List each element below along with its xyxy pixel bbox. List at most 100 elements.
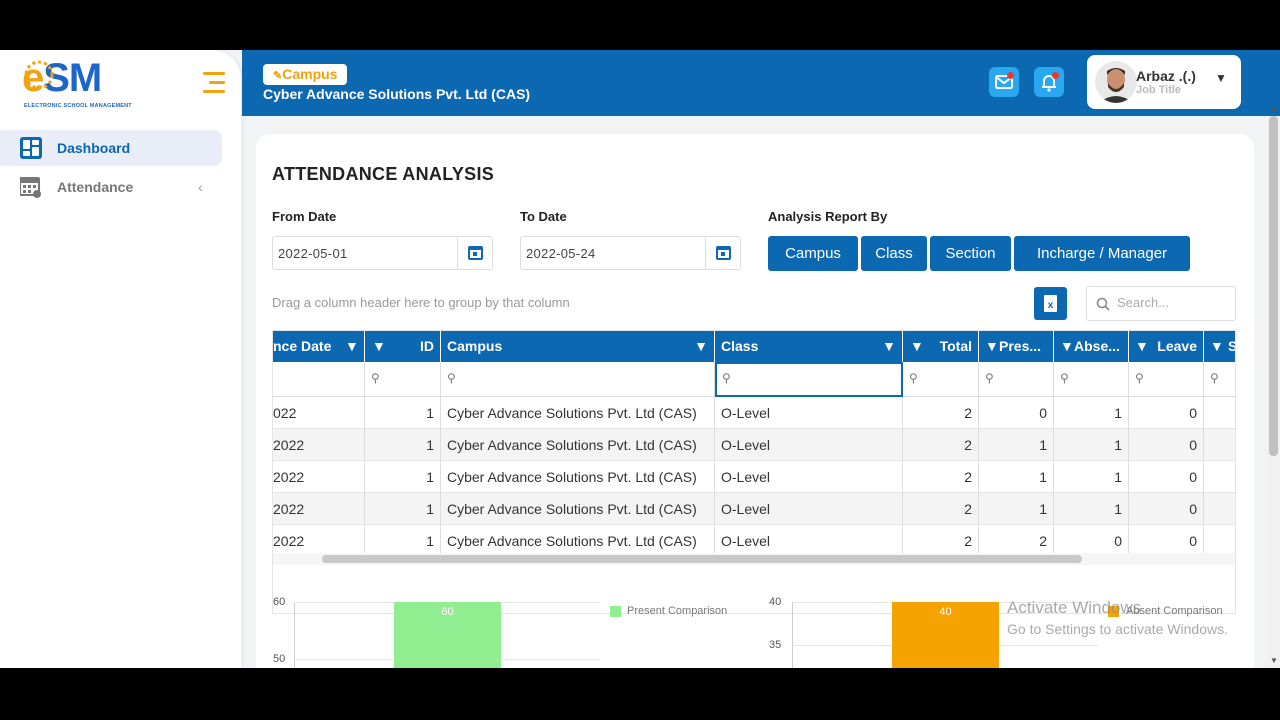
search-icon: ⚲ bbox=[909, 371, 918, 385]
report-incharge-button[interactable]: Incharge / Manager bbox=[1014, 236, 1190, 271]
column-header-id[interactable]: ▼ ID bbox=[365, 331, 441, 362]
filter-cell-class[interactable]: ⚲ bbox=[715, 362, 903, 397]
cell-campus: Cyber Advance Solutions Pvt. Ltd (CAS) bbox=[441, 429, 715, 461]
sidebar-item-attendance[interactable]: Attendance ‹ bbox=[0, 169, 222, 205]
filter-icon[interactable]: ▼ bbox=[345, 331, 359, 362]
notifications-button[interactable] bbox=[1034, 67, 1064, 97]
search-input[interactable] bbox=[1117, 295, 1227, 310]
filter-cell[interactable]: ⚲ bbox=[1054, 362, 1129, 397]
filter-cell[interactable]: ⚲ bbox=[1129, 362, 1204, 397]
cell-present: 1 bbox=[979, 429, 1054, 461]
table-row[interactable]: 2022 1 Cyber Advance Solutions Pvt. Ltd (C… bbox=[273, 429, 1235, 461]
logo-gear-icon bbox=[24, 60, 54, 90]
svg-text:x: x bbox=[1048, 300, 1054, 311]
report-class-button[interactable]: Class bbox=[861, 236, 927, 271]
page-title: ATTENDANCE ANALYSIS bbox=[272, 164, 495, 184]
from-date-value: 2022-05-01 bbox=[278, 246, 348, 261]
filter-icon[interactable]: ▼ bbox=[882, 331, 896, 362]
to-date-picker-button[interactable] bbox=[705, 237, 740, 269]
sidebar-item-dashboard[interactable]: Dashboard bbox=[0, 130, 222, 166]
y-axis-line bbox=[792, 602, 793, 668]
app-screen: eSM ELECTRONIC SCHOOL MANAGEMENT Dashboa… bbox=[0, 50, 1280, 668]
filter-cell[interactable] bbox=[273, 362, 365, 397]
filter-icon[interactable]: ▼ bbox=[985, 331, 999, 362]
from-date-picker-button[interactable] bbox=[457, 237, 492, 269]
column-header-campus[interactable]: Campus ▼ bbox=[441, 331, 715, 362]
grid-search[interactable] bbox=[1086, 286, 1236, 321]
edit-icon: ✎ bbox=[273, 70, 283, 82]
cell-campus: Cyber Advance Solutions Pvt. Ltd (CAS) bbox=[441, 397, 715, 429]
filter-cell[interactable]: ⚲ bbox=[979, 362, 1054, 397]
y-tick-label: 40 bbox=[769, 596, 782, 608]
column-header-total[interactable]: ▼ Total bbox=[903, 331, 979, 362]
excel-icon: x bbox=[1044, 295, 1057, 312]
user-menu[interactable]: Arbaz .(.) Job Title ▼ bbox=[1087, 55, 1241, 109]
cell-leave: 0 bbox=[1129, 493, 1204, 525]
filter-cell[interactable]: ⚲ bbox=[441, 362, 715, 397]
cell-absent: 1 bbox=[1054, 461, 1129, 493]
filter-icon[interactable]: ▼ bbox=[694, 331, 708, 362]
from-date-field[interactable]: 2022-05-01 bbox=[272, 236, 493, 270]
filter-cell[interactable]: ⚲ bbox=[903, 362, 979, 397]
user-name: Arbaz .(.) bbox=[1136, 68, 1196, 84]
page-scrollbar[interactable]: ▲ ▼ bbox=[1267, 104, 1280, 668]
filter-icon[interactable]: ▼ bbox=[1135, 331, 1149, 362]
menu-toggle-icon[interactable] bbox=[199, 70, 225, 98]
cell-class: O-Level bbox=[715, 429, 903, 461]
content-card: ATTENDANCE ANALYSIS From Date 2022-05-01… bbox=[256, 134, 1254, 668]
table-row[interactable]: 2022 1 Cyber Advance Solutions Pvt. Ltd (C… bbox=[273, 493, 1235, 525]
windows-activation-title: Activate Windows bbox=[1007, 598, 1142, 617]
campus-badge[interactable]: ✎Campus bbox=[263, 64, 348, 85]
cell-total: 2 bbox=[903, 493, 979, 525]
filter-icon[interactable]: ▼ bbox=[1210, 331, 1224, 362]
cell-attendance-date: 022 bbox=[273, 397, 365, 429]
dashboard-grid-icon bbox=[20, 137, 42, 159]
unread-dot bbox=[1052, 72, 1059, 79]
filter-cell[interactable]: ⚲ bbox=[365, 362, 441, 397]
cell-s bbox=[1204, 397, 1235, 429]
filter-icon[interactable]: ▼ bbox=[910, 331, 924, 362]
attendance-grid: nce Date ▼ ▼ ID Campus ▼ Class ▼ ▼ Total… bbox=[272, 330, 1236, 614]
column-header-absent[interactable]: ▼ Abse... bbox=[1054, 331, 1129, 362]
cell-s bbox=[1204, 429, 1235, 461]
cell-leave: 0 bbox=[1129, 461, 1204, 493]
column-header-s[interactable]: ▼ S bbox=[1204, 331, 1235, 362]
column-header-class[interactable]: Class ▼ bbox=[715, 331, 903, 362]
cell-s bbox=[1204, 461, 1235, 493]
scroll-down-icon[interactable]: ▼ bbox=[1270, 656, 1278, 665]
scrollbar-thumb[interactable] bbox=[322, 555, 1082, 563]
cell-id: 1 bbox=[365, 461, 441, 493]
grid-horizontal-scrollbar[interactable] bbox=[273, 553, 1235, 565]
windows-activation-subtitle: Go to Settings to activate Windows. bbox=[1007, 621, 1228, 637]
search-icon: ⚲ bbox=[722, 371, 731, 385]
cell-present: 1 bbox=[979, 461, 1054, 493]
filter-icon[interactable]: ▼ bbox=[1060, 331, 1074, 362]
analysis-report-label: Analysis Report By bbox=[768, 209, 888, 224]
sidebar-item-label: Dashboard bbox=[57, 140, 131, 156]
avatar bbox=[1095, 61, 1137, 103]
bar-data-label: 60 bbox=[441, 606, 454, 618]
filter-icon[interactable]: ▼ bbox=[372, 331, 386, 362]
to-date-field[interactable]: 2022-05-24 bbox=[520, 236, 741, 270]
search-icon bbox=[1096, 297, 1110, 311]
table-row[interactable]: 022 1 Cyber Advance Solutions Pvt. Ltd (CA… bbox=[273, 397, 1235, 429]
table-row[interactable]: 2022 1 Cyber Advance Solutions Pvt. Ltd (C… bbox=[273, 461, 1235, 493]
from-date-label: From Date bbox=[272, 209, 337, 224]
cell-campus: Cyber Advance Solutions Pvt. Ltd (CAS) bbox=[441, 493, 715, 525]
messages-button[interactable] bbox=[989, 67, 1019, 97]
report-section-button[interactable]: Section bbox=[930, 236, 1011, 271]
filter-cell[interactable]: ⚲ bbox=[1204, 362, 1235, 397]
column-header-present[interactable]: ▼ Pres... bbox=[979, 331, 1054, 362]
cell-attendance-date: 2022 bbox=[273, 429, 365, 461]
scroll-up-icon[interactable]: ▲ bbox=[1270, 104, 1278, 113]
grid-filter-row: ⚲ ⚲ ⚲ ⚲ ⚲ ⚲ ⚲ ⚲ bbox=[273, 362, 1235, 397]
sidebar-item-label: Attendance bbox=[57, 179, 134, 195]
export-excel-button[interactable]: x bbox=[1034, 287, 1067, 320]
y-tick-label: 50 bbox=[273, 653, 286, 665]
column-header-attendance-date[interactable]: nce Date ▼ bbox=[273, 331, 365, 362]
scrollbar-thumb[interactable] bbox=[1269, 116, 1278, 456]
cell-present: 1 bbox=[979, 493, 1054, 525]
column-header-leave[interactable]: ▼ Leave bbox=[1129, 331, 1204, 362]
cell-absent: 1 bbox=[1054, 397, 1129, 429]
report-campus-button[interactable]: Campus bbox=[768, 236, 858, 271]
